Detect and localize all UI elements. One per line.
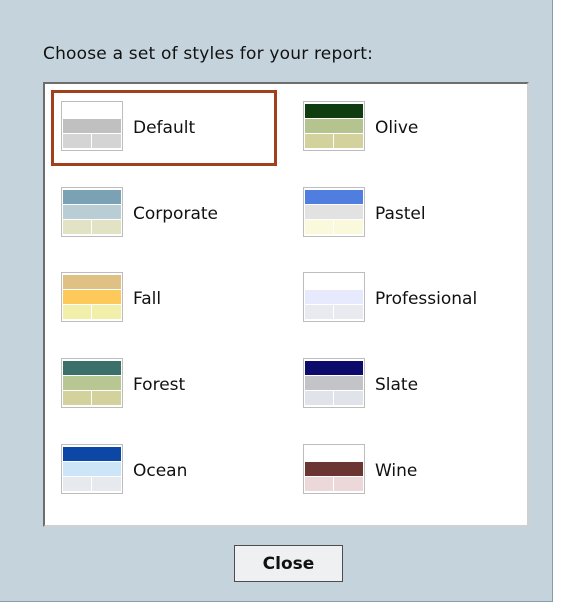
style-preview-thumbnail [61, 187, 123, 237]
style-preview-thumbnail [303, 101, 365, 151]
style-preview-thumbnail [303, 187, 365, 237]
style-preview-thumbnail [303, 272, 365, 322]
style-option-label: Pastel [375, 204, 426, 224]
style-option-corporate[interactable]: Corporate [51, 176, 277, 252]
style-option-professional[interactable]: Professional [293, 261, 519, 337]
style-option-label: Ocean [133, 461, 188, 481]
style-option-label: Wine [375, 461, 418, 481]
style-preview-thumbnail [61, 272, 123, 322]
style-preview-thumbnail [303, 444, 365, 494]
style-preview-thumbnail [61, 101, 123, 151]
style-option-fall[interactable]: Fall [51, 261, 277, 337]
style-option-label: Olive [375, 118, 419, 138]
dialog-prompt: Choose a set of styles for your report: [43, 44, 374, 64]
style-option-label: Corporate [133, 204, 218, 224]
style-option-label: Forest [133, 375, 186, 395]
style-option-label: Default [133, 118, 196, 138]
style-option-label: Slate [375, 375, 419, 395]
style-preview-thumbnail [303, 358, 365, 408]
style-option-forest[interactable]: Forest [51, 347, 277, 423]
style-option-olive[interactable]: Olive [293, 90, 519, 166]
style-option-pastel[interactable]: Pastel [293, 176, 519, 252]
style-preview-thumbnail [61, 358, 123, 408]
style-option-label: Fall [133, 289, 162, 309]
style-option-slate[interactable]: Slate [293, 347, 519, 423]
style-option-wine[interactable]: Wine [293, 433, 519, 509]
close-button[interactable]: Close [234, 545, 343, 582]
style-preview-thumbnail [61, 444, 123, 494]
style-option-ocean[interactable]: Ocean [51, 433, 277, 509]
style-option-label: Professional [375, 289, 478, 309]
style-option-default[interactable]: Default [51, 90, 277, 166]
style-chooser-dialog: Choose a set of styles for your report: … [0, 0, 553, 602]
style-list-panel: Default Olive Corporate Pastel Fall Prof… [43, 82, 529, 527]
